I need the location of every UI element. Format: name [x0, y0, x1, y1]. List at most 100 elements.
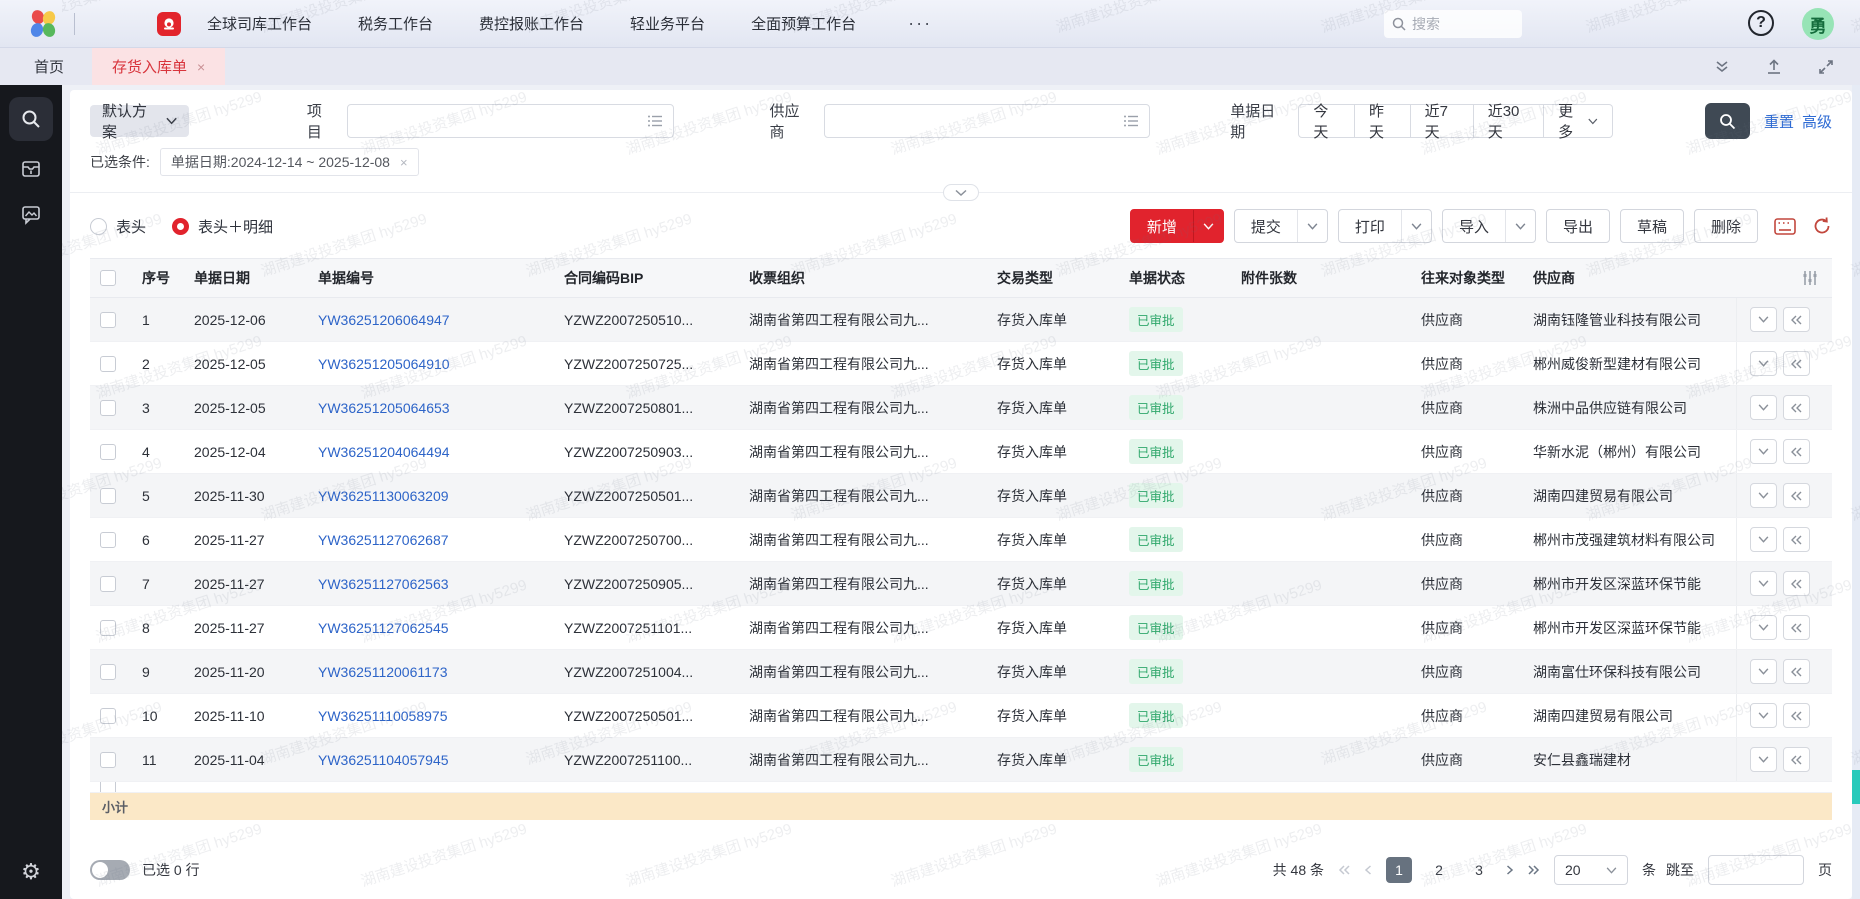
- tab-close-icon[interactable]: ×: [197, 59, 205, 75]
- col-header-supplier[interactable]: 供应商: [1523, 268, 1736, 288]
- list-picker-icon[interactable]: [647, 114, 663, 128]
- date-yesterday-button[interactable]: 昨天: [1355, 104, 1411, 138]
- tab-inventory-inbound[interactable]: 存货入库单 ×: [92, 48, 225, 85]
- row-checkbox[interactable]: [100, 312, 116, 328]
- selected-rows-toggle[interactable]: [90, 860, 130, 880]
- row-checkbox[interactable]: [100, 356, 116, 372]
- row-checkbox[interactable]: [100, 752, 116, 768]
- doc-number-link[interactable]: YW36251110058975: [318, 708, 447, 724]
- page-2-button[interactable]: 2: [1426, 857, 1452, 883]
- row-expand-button[interactable]: [1750, 615, 1777, 640]
- submit-dropdown-icon[interactable]: [1297, 210, 1327, 242]
- doc-number-link[interactable]: YW36251205064910: [318, 356, 450, 372]
- table-row[interactable]: 9 2025-11-20 YW36251120061173 YZWZ200725…: [90, 650, 1832, 694]
- pinned-app-icon[interactable]: [157, 12, 181, 36]
- row-collapse-left-button[interactable]: [1783, 571, 1810, 596]
- column-filter-icon[interactable]: [1802, 270, 1832, 286]
- doc-number-link[interactable]: YW36251127062563: [318, 576, 449, 592]
- doc-number-link[interactable]: YW36251206064947: [318, 312, 450, 328]
- doc-number-link[interactable]: YW36251205064653: [318, 400, 450, 416]
- col-header-doc-no[interactable]: 单据编号: [308, 268, 554, 288]
- table-row[interactable]: 2 2025-12-05 YW36251205064910 YZWZ200725…: [90, 342, 1832, 386]
- doc-number-link[interactable]: YW36251127062545: [318, 620, 449, 636]
- row-checkbox[interactable]: [100, 782, 116, 793]
- help-icon[interactable]: ?: [1748, 10, 1774, 36]
- export-button[interactable]: 导出: [1546, 209, 1610, 243]
- row-collapse-left-button[interactable]: [1783, 703, 1810, 728]
- row-checkbox[interactable]: [100, 488, 116, 504]
- row-collapse-left-button[interactable]: [1783, 527, 1810, 552]
- nav-item-light-business[interactable]: 轻业务平台: [630, 13, 705, 34]
- select-all-checkbox[interactable]: [100, 270, 116, 286]
- doc-number-link[interactable]: YW36251127062687: [318, 532, 449, 548]
- table-row[interactable]: 11 2025-11-04 YW36251104057945 YZWZ20072…: [90, 738, 1832, 782]
- col-header-contract[interactable]: 合同编码BIP: [554, 268, 739, 288]
- row-collapse-left-button[interactable]: [1783, 747, 1810, 772]
- nav-item-budget[interactable]: 全面预算工作台: [751, 13, 856, 34]
- sidebar-item-messages[interactable]: [9, 197, 53, 233]
- radio-header-detail[interactable]: [172, 218, 189, 235]
- last-page-icon[interactable]: [1528, 865, 1540, 875]
- row-checkbox[interactable]: [100, 708, 116, 724]
- avatar[interactable]: 勇: [1802, 8, 1834, 40]
- next-page-icon[interactable]: [1506, 865, 1514, 875]
- collapse-filter-button[interactable]: [943, 184, 979, 201]
- date-today-button[interactable]: 今天: [1298, 104, 1355, 138]
- reset-link[interactable]: 重置: [1764, 111, 1794, 132]
- delete-button[interactable]: 删除: [1694, 209, 1758, 243]
- row-expand-button[interactable]: [1750, 395, 1777, 420]
- table-row[interactable]: 8 2025-11-27 YW36251127062545 YZWZ200725…: [90, 606, 1832, 650]
- row-expand-button[interactable]: [1750, 439, 1777, 464]
- page-3-button[interactable]: 3: [1466, 857, 1492, 883]
- table-row[interactable]: 4 2025-12-04 YW36251204064494 YZWZ200725…: [90, 430, 1832, 474]
- row-collapse-left-button[interactable]: [1783, 307, 1810, 332]
- col-header-org[interactable]: 收票组织: [739, 268, 987, 288]
- sidebar-item-documents[interactable]: [9, 151, 53, 187]
- list-picker-icon[interactable]: [1123, 114, 1139, 128]
- row-expand-button[interactable]: [1750, 307, 1777, 332]
- scheme-selector[interactable]: 默认方案: [90, 105, 189, 137]
- settings-gear-icon[interactable]: ⚙: [0, 859, 62, 885]
- table-row[interactable]: 7 2025-11-27 YW36251127062563 YZWZ200725…: [90, 562, 1832, 606]
- date-last7-button[interactable]: 近7天: [1411, 104, 1474, 138]
- print-button[interactable]: 打印: [1338, 209, 1432, 243]
- collapse-tabs-icon[interactable]: [1714, 60, 1730, 74]
- table-row[interactable]: 6 2025-11-27 YW36251127062687 YZWZ200725…: [90, 518, 1832, 562]
- import-button[interactable]: 导入: [1442, 209, 1536, 243]
- nav-item-tax[interactable]: 税务工作台: [358, 13, 433, 34]
- row-collapse-left-button[interactable]: [1783, 615, 1810, 640]
- global-search-input[interactable]: 搜索: [1384, 10, 1522, 38]
- row-expand-button[interactable]: [1750, 747, 1777, 772]
- row-expand-button[interactable]: [1750, 659, 1777, 684]
- expand-icon[interactable]: [1818, 59, 1834, 75]
- col-header-trade-type[interactable]: 交易类型: [987, 268, 1119, 288]
- row-expand-button[interactable]: [1750, 703, 1777, 728]
- draft-button[interactable]: 草稿: [1620, 209, 1684, 243]
- table-row[interactable]: 10 2025-11-10 YW36251110058975 YZWZ20072…: [90, 694, 1832, 738]
- doc-number-link[interactable]: YW36251104057945: [318, 752, 449, 768]
- radio-header-only[interactable]: [90, 218, 107, 235]
- row-checkbox[interactable]: [100, 400, 116, 416]
- col-header-attach[interactable]: 附件张数: [1231, 268, 1411, 288]
- doc-number-link[interactable]: YW36251120061173: [318, 664, 447, 680]
- date-more-button[interactable]: 更多: [1544, 104, 1613, 138]
- row-expand-button[interactable]: [1750, 483, 1777, 508]
- row-expand-button[interactable]: [1750, 527, 1777, 552]
- table-row[interactable]: 1 2025-12-06 YW36251206064947 YZWZ200725…: [90, 298, 1832, 342]
- table-row[interactable]: 3 2025-12-05 YW36251205064653 YZWZ200725…: [90, 386, 1832, 430]
- row-checkbox[interactable]: [100, 620, 116, 636]
- row-collapse-left-button[interactable]: [1783, 483, 1810, 508]
- row-collapse-left-button[interactable]: [1783, 439, 1810, 464]
- doc-number-link[interactable]: YW36251204064494: [318, 444, 450, 460]
- row-checkbox[interactable]: [100, 576, 116, 592]
- add-button[interactable]: 新增: [1130, 209, 1224, 243]
- refresh-icon[interactable]: [1812, 216, 1832, 236]
- date-last30-button[interactable]: 近30天: [1474, 104, 1544, 138]
- doc-number-link[interactable]: YW36251130063209: [318, 488, 449, 504]
- submit-button[interactable]: 提交: [1234, 209, 1328, 243]
- condition-remove-icon[interactable]: ×: [400, 155, 408, 170]
- import-dropdown-icon[interactable]: [1505, 210, 1535, 242]
- row-collapse-left-button[interactable]: [1783, 351, 1810, 376]
- row-checkbox[interactable]: [100, 664, 116, 680]
- upload-icon[interactable]: [1766, 59, 1782, 75]
